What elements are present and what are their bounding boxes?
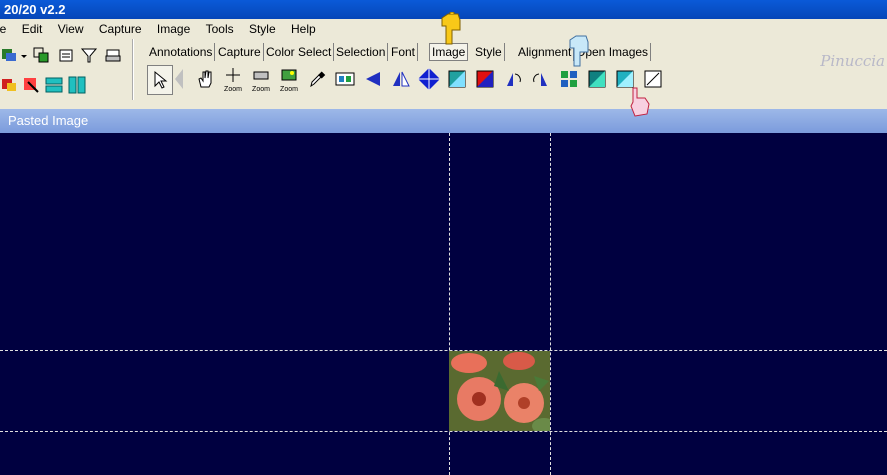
menu-view[interactable]: View — [58, 19, 84, 39]
pan-tool[interactable] — [193, 65, 217, 93]
yellow-pointer-hand-icon — [441, 12, 461, 45]
tab-capture[interactable]: Capture — [216, 43, 264, 61]
zoom-in-tool[interactable]: Zoom — [221, 65, 245, 93]
color-invert-tool[interactable] — [473, 65, 497, 93]
menu-style[interactable]: Style — [249, 19, 276, 39]
vertical-split-icon[interactable] — [68, 76, 86, 94]
tab-selection[interactable]: Selection — [334, 43, 389, 61]
print-icon[interactable] — [104, 46, 122, 64]
zoom-image-tool[interactable]: Zoom — [277, 65, 301, 93]
zoom-label-1: Zoom — [224, 86, 242, 93]
rotate-left-icon — [507, 73, 521, 86]
arrow-pointer-icon — [154, 70, 168, 89]
tab-font[interactable]: Font — [389, 43, 419, 61]
image-canvas[interactable] — [0, 133, 887, 475]
gradient-tool[interactable] — [445, 65, 469, 93]
menu-edit[interactable]: Edit — [22, 19, 43, 39]
blue-pointer-hand-icon — [569, 35, 589, 67]
tab-alignment[interactable]: Alignment — [516, 43, 575, 61]
flip-both-tool[interactable] — [417, 65, 441, 93]
crosshair-icon — [226, 68, 240, 82]
zoom-fit-tool[interactable]: Zoom — [249, 65, 273, 93]
menu-help[interactable]: Help — [291, 19, 316, 39]
menu-tools[interactable]: Tools — [206, 19, 234, 39]
triangle-left-icon — [175, 69, 183, 89]
region-capture-icon[interactable] — [22, 76, 40, 94]
tab-annotations[interactable]: Annotations — [147, 43, 216, 61]
tab-style[interactable]: Style — [473, 43, 505, 61]
zoom-box-icon — [253, 71, 269, 80]
filmstrip-tool[interactable] — [333, 65, 357, 93]
document-title-bar: Pasted Image — [0, 109, 887, 133]
mdi-gap — [0, 100, 887, 109]
rotate-right-icon — [533, 73, 547, 86]
teal-gradient-icon — [588, 70, 606, 88]
eyedropper-tool[interactable] — [305, 65, 329, 93]
funnel-icon[interactable] — [80, 46, 98, 64]
copy-icon[interactable] — [32, 46, 50, 64]
gradient-square-icon — [448, 70, 466, 88]
document-title: Pasted Image — [8, 113, 89, 128]
filmstrip-icon — [335, 72, 355, 86]
watermark-signature: Pinuccia — [820, 52, 885, 70]
red-blue-square-icon — [476, 70, 494, 88]
contrast-tool[interactable] — [585, 65, 609, 93]
selection-guide-right — [550, 133, 551, 475]
selection-guide-top — [0, 350, 887, 351]
menu-image[interactable]: Image — [157, 19, 190, 39]
select-tool[interactable] — [147, 65, 173, 95]
diamond-arrows-icon — [418, 68, 440, 90]
pink-pointer-hand-icon — [630, 87, 650, 117]
hand-icon — [198, 70, 212, 88]
pasted-flower-image[interactable] — [449, 351, 550, 431]
horizontal-split-icon[interactable] — [45, 76, 63, 94]
flip-left-tool[interactable] — [361, 65, 385, 93]
left-toolbar — [0, 39, 134, 100]
toolbar-area: Annotations Capture Color Select Selecti… — [0, 39, 887, 101]
mosaic-icon — [561, 71, 577, 87]
zoom-label-3: Zoom — [280, 86, 298, 93]
tab-color-select[interactable]: Color Select — [264, 43, 335, 61]
window-title: 20/20 v2.2 — [4, 2, 66, 17]
rotate-left-tool[interactable] — [501, 65, 525, 93]
new-capture-icon[interactable] — [0, 46, 18, 64]
zoom-label-2: Zoom — [252, 86, 270, 93]
triangle-left-blue-icon — [366, 72, 380, 86]
selection-guide-bottom — [0, 431, 887, 432]
mirror-tool[interactable] — [389, 65, 413, 93]
mosaic-tool[interactable] — [557, 65, 581, 93]
mirror-triangles-icon — [393, 71, 410, 87]
zoom-picture-icon — [281, 69, 297, 81]
scroll-left-tool[interactable] — [173, 65, 185, 93]
rotate-right-tool[interactable] — [529, 65, 553, 93]
paste-icon[interactable] — [57, 46, 75, 64]
menu-file[interactable]: le — [0, 19, 6, 39]
menu-capture[interactable]: Capture — [99, 19, 142, 39]
screen-capture-icon[interactable] — [0, 76, 18, 94]
eyedropper-icon — [310, 71, 326, 88]
